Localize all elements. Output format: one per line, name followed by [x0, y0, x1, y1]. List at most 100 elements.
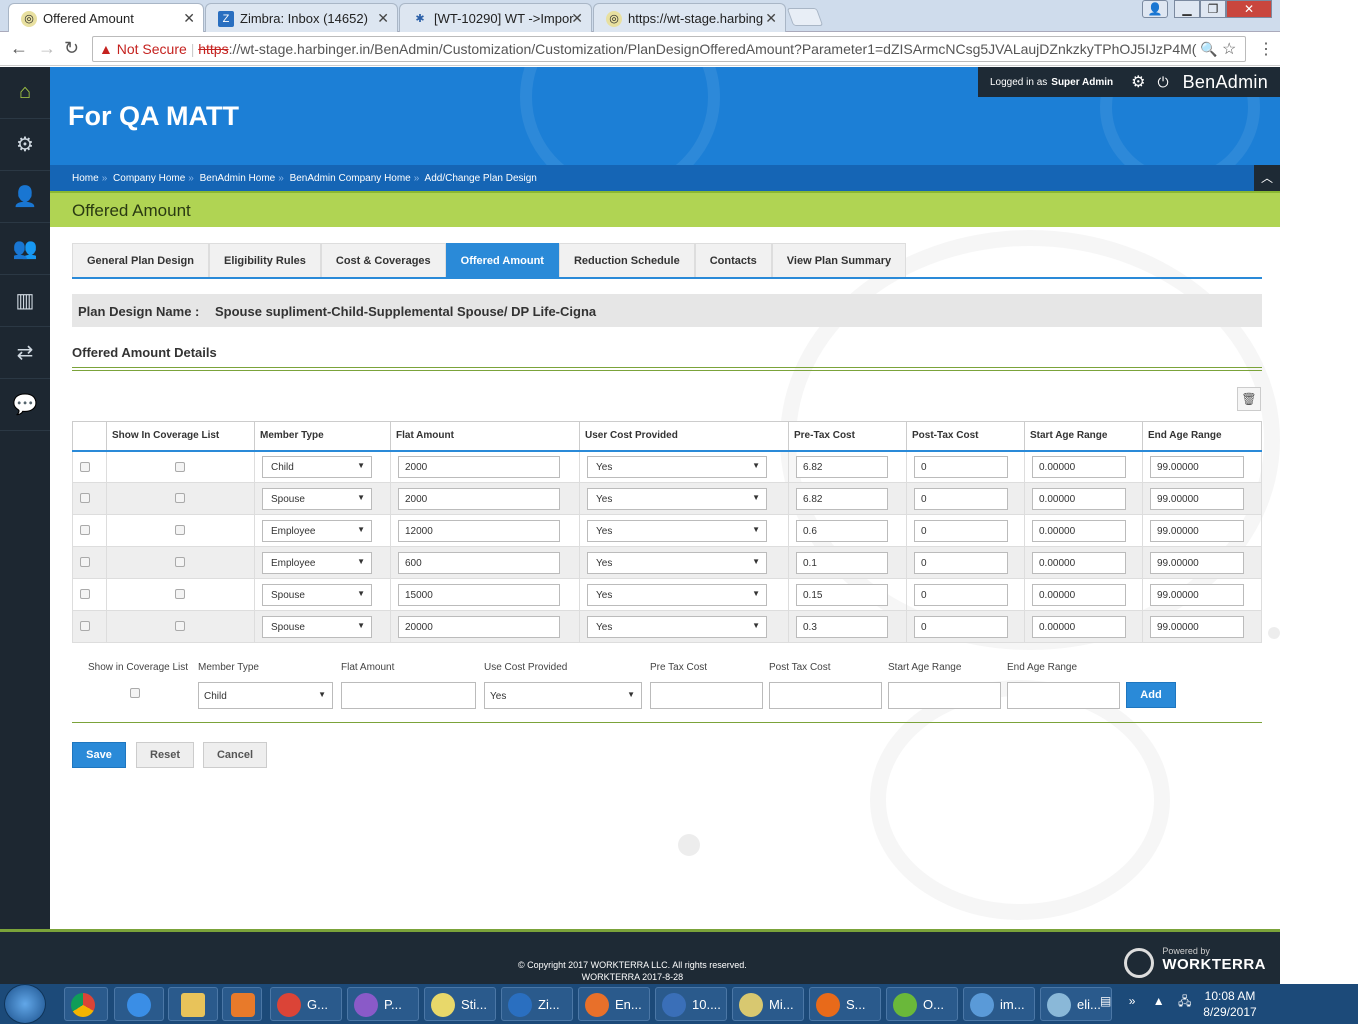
- row-select-checkbox[interactable]: [80, 589, 90, 600]
- minimize-button[interactable]: ▁: [1174, 0, 1200, 18]
- pre-tax-cost-input[interactable]: 0.6: [796, 519, 888, 542]
- end-age-range-input[interactable]: 99.00000: [1150, 487, 1244, 510]
- flat-amount-input[interactable]: 12000: [398, 519, 560, 542]
- bookmark-star-icon[interactable]: ☆: [1222, 39, 1236, 59]
- start-age-range-input[interactable]: 0.00000: [1032, 551, 1126, 574]
- member-type-select[interactable]: Spouse ▼: [262, 583, 372, 606]
- end-age-range-input[interactable]: 99.00000: [1150, 455, 1244, 478]
- row-select-checkbox[interactable]: [80, 621, 90, 632]
- start-age-range-input[interactable]: 0.00000: [1032, 519, 1126, 542]
- start-age-range-input[interactable]: 0.00000: [1032, 487, 1126, 510]
- use-cost-provided-select[interactable]: Yes ▼: [484, 682, 642, 709]
- start-age-range-input[interactable]: 0.00000: [1032, 583, 1126, 606]
- close-window-button[interactable]: ✕: [1226, 0, 1272, 18]
- browser-tab-jira[interactable]: ✱ [WT-10290] WT ->Impor ✕: [399, 3, 592, 32]
- post-tax-cost-input[interactable]: 0: [914, 551, 1008, 574]
- home-icon[interactable]: ⌂: [0, 67, 50, 119]
- show-in-coverage-checkbox[interactable]: [175, 621, 185, 632]
- show-in-coverage-checkbox[interactable]: [130, 688, 140, 698]
- show-in-coverage-checkbox[interactable]: [175, 525, 185, 536]
- breadcrumb-benadmin-company-home[interactable]: BenAdmin Company Home: [290, 173, 411, 184]
- reload-icon[interactable]: ↻: [64, 38, 79, 59]
- end-age-range-input[interactable]: 99.00000: [1150, 615, 1244, 638]
- user-cost-provided-select[interactable]: Yes ▼: [587, 551, 767, 574]
- pre-tax-cost-input[interactable]: 0.15: [796, 583, 888, 606]
- taskbar-window-button[interactable]: O...: [886, 987, 958, 1021]
- row-select-checkbox[interactable]: [80, 461, 90, 472]
- tab-offered-amount[interactable]: Offered Amount: [445, 243, 559, 277]
- end-age-range-input[interactable]: 99.00000: [1150, 583, 1244, 606]
- row-select-checkbox[interactable]: [80, 557, 90, 568]
- taskbar-window-button[interactable]: im...: [963, 987, 1035, 1021]
- forward-arrow-icon[interactable]: →: [38, 38, 56, 59]
- user-cost-provided-select[interactable]: Yes ▼: [587, 487, 767, 510]
- member-type-select[interactable]: Spouse ▼: [262, 615, 372, 638]
- breadcrumb-benadmin-home[interactable]: BenAdmin Home: [200, 173, 276, 184]
- pre-tax-cost-input[interactable]: [650, 682, 763, 709]
- user-cost-provided-select[interactable]: Yes ▼: [587, 455, 767, 478]
- taskbar-window-button[interactable]: G...: [270, 987, 342, 1021]
- breadcrumb-home[interactable]: Home: [72, 173, 99, 184]
- end-age-range-input[interactable]: 99.00000: [1150, 519, 1244, 542]
- member-type-select[interactable]: Child ▼: [262, 455, 372, 478]
- tab-contacts[interactable]: Contacts: [694, 243, 772, 277]
- network-icon[interactable]: ▤: [1100, 994, 1111, 1008]
- ie-taskbar-icon[interactable]: [114, 987, 164, 1021]
- gear-icon[interactable]: ⚙: [1131, 72, 1145, 92]
- add-button[interactable]: Add: [1126, 682, 1176, 708]
- power-icon[interactable]: ⏻: [1157, 74, 1168, 91]
- post-tax-cost-input[interactable]: 0: [914, 455, 1008, 478]
- pre-tax-cost-input[interactable]: 0.1: [796, 551, 888, 574]
- settings-puzzle-icon[interactable]: ⚙: [0, 119, 50, 171]
- new-tab-button[interactable]: [786, 8, 824, 26]
- close-tab-icon[interactable]: ✕: [571, 10, 583, 27]
- close-tab-icon[interactable]: ✕: [183, 10, 195, 27]
- save-button[interactable]: Save: [72, 742, 126, 768]
- users-icon[interactable]: 👥: [0, 223, 50, 275]
- flat-amount-input[interactable]: [341, 682, 476, 709]
- flat-amount-input[interactable]: 2000: [398, 455, 560, 478]
- show-hidden-icons-chevron-icon[interactable]: »: [1129, 994, 1136, 1008]
- end-age-range-input[interactable]: [1007, 682, 1120, 709]
- delete-trash-icon[interactable]: 🗑: [1237, 387, 1261, 411]
- collapse-header-chevron-up-icon[interactable]: ︿: [1254, 165, 1280, 191]
- post-tax-cost-input[interactable]: [769, 682, 882, 709]
- pre-tax-cost-input[interactable]: 6.82: [796, 455, 888, 478]
- media-player-taskbar-icon[interactable]: [222, 987, 262, 1021]
- row-select-checkbox[interactable]: [80, 493, 90, 504]
- chrome-taskbar-icon[interactable]: [64, 987, 108, 1021]
- maximize-button[interactable]: ❐: [1200, 0, 1226, 18]
- tab-cost-coverages[interactable]: Cost & Coverages: [320, 243, 446, 277]
- taskbar-window-button[interactable]: P...: [347, 987, 419, 1021]
- tab-reduction-schedule[interactable]: Reduction Schedule: [558, 243, 695, 277]
- flag-icon[interactable]: ▲: [1153, 994, 1165, 1008]
- start-age-range-input[interactable]: 0.00000: [1032, 615, 1126, 638]
- taskbar-window-button[interactable]: En...: [578, 987, 650, 1021]
- post-tax-cost-input[interactable]: 0: [914, 487, 1008, 510]
- close-tab-icon[interactable]: ✕: [765, 10, 777, 27]
- taskbar-window-button[interactable]: Zi...: [501, 987, 573, 1021]
- row-select-checkbox[interactable]: [80, 525, 90, 536]
- tab-eligibility-rules[interactable]: Eligibility Rules: [208, 243, 321, 277]
- tab-view-plan-summary[interactable]: View Plan Summary: [771, 243, 907, 277]
- show-in-coverage-checkbox[interactable]: [175, 493, 185, 504]
- start-age-range-input[interactable]: 0.00000: [1032, 455, 1126, 478]
- taskbar-window-button[interactable]: 10....: [655, 987, 727, 1021]
- show-in-coverage-checkbox[interactable]: [175, 461, 185, 472]
- user-admin-icon[interactable]: 👤: [0, 171, 50, 223]
- cancel-button[interactable]: Cancel: [203, 742, 267, 768]
- show-in-coverage-checkbox[interactable]: [175, 557, 185, 568]
- browser-menu-icon[interactable]: ⋮: [1258, 39, 1274, 59]
- member-type-select[interactable]: Employee ▼: [262, 551, 372, 574]
- taskbar-window-button[interactable]: S...: [809, 987, 881, 1021]
- browser-tab-wt-stage[interactable]: ◎ https://wt-stage.harbing ✕: [593, 3, 786, 32]
- user-cost-provided-select[interactable]: Yes ▼: [587, 615, 767, 638]
- tab-general-plan-design[interactable]: General Plan Design: [72, 243, 209, 277]
- back-arrow-icon[interactable]: ←: [10, 38, 28, 59]
- show-in-coverage-checkbox[interactable]: [175, 589, 185, 600]
- reports-bar-chart-icon[interactable]: ▥: [0, 275, 50, 327]
- end-age-range-input[interactable]: 99.00000: [1150, 551, 1244, 574]
- transfer-arrows-icon[interactable]: ⇄: [0, 327, 50, 379]
- post-tax-cost-input[interactable]: 0: [914, 519, 1008, 542]
- member-type-select[interactable]: Employee ▼: [262, 519, 372, 542]
